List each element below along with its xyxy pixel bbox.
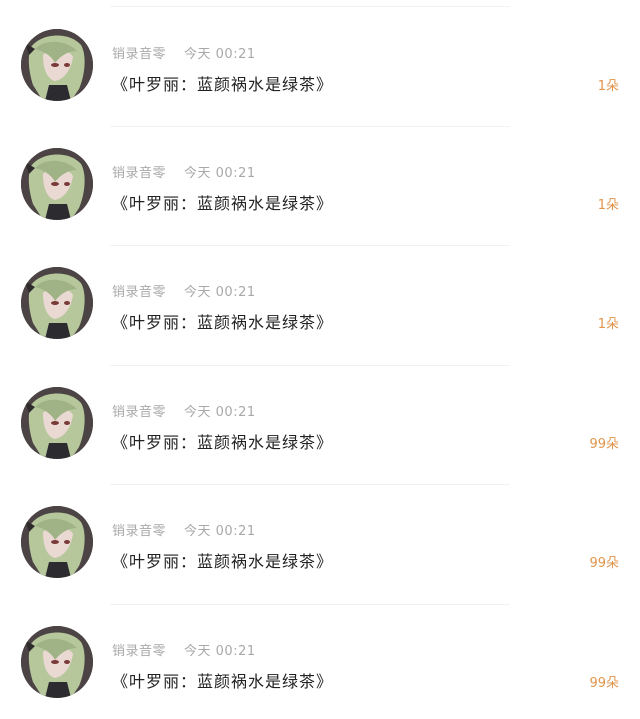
timestamp: 今天 00:21 [184, 644, 256, 659]
meta-line: 销录音零 今天 00:21 [112, 520, 256, 539]
divider [110, 245, 510, 246]
anime-avatar-icon [21, 148, 93, 220]
story-title[interactable]: 《叶罗丽：蓝颜祸水是绿茶》 [112, 668, 333, 692]
avatar[interactable] [21, 506, 93, 578]
flower-count: 99朵 [589, 556, 619, 571]
flower-count: 1朵 [597, 198, 619, 213]
story-title[interactable]: 《叶罗丽：蓝颜祸水是绿茶》 [112, 71, 333, 95]
divider [110, 484, 510, 485]
divider [110, 365, 510, 366]
meta-line: 销录音零 今天 00:21 [112, 640, 256, 659]
flower-count: 99朵 [589, 676, 619, 691]
list-item[interactable]: 销录音零 今天 00:21 《叶罗丽：蓝颜祸水是绿茶》 1朵 [0, 238, 640, 357]
anime-avatar-icon [21, 267, 93, 339]
flower-count: 1朵 [597, 317, 619, 332]
divider [110, 604, 510, 605]
author-name[interactable]: 销录音零 [112, 644, 166, 659]
list-item[interactable]: 销录音零 今天 00:21 《叶罗丽：蓝颜祸水是绿茶》 99朵 [0, 477, 640, 596]
author-name[interactable]: 销录音零 [112, 405, 166, 420]
timestamp: 今天 00:21 [184, 405, 256, 420]
divider [110, 126, 510, 127]
meta-line: 销录音零 今天 00:21 [112, 281, 256, 300]
anime-avatar-icon [21, 626, 93, 698]
gift-record-list: 销录音零 今天 00:21 《叶罗丽：蓝颜祸水是绿茶》 1朵 销录音零 今天 00:… [0, 0, 640, 719]
flower-count: 99朵 [589, 437, 619, 452]
anime-avatar-icon [21, 29, 93, 101]
author-name[interactable]: 销录音零 [112, 166, 166, 181]
meta-line: 销录音零 今天 00:21 [112, 43, 256, 62]
author-name[interactable]: 销录音零 [112, 285, 166, 300]
list-item[interactable]: 销录音零 今天 00:21 《叶罗丽：蓝颜祸水是绿茶》 99朵 [0, 358, 640, 477]
avatar[interactable] [21, 626, 93, 698]
timestamp: 今天 00:21 [184, 524, 256, 539]
story-title[interactable]: 《叶罗丽：蓝颜祸水是绿茶》 [112, 548, 333, 572]
author-name[interactable]: 销录音零 [112, 47, 166, 62]
list-item[interactable]: 销录音零 今天 00:21 《叶罗丽：蓝颜祸水是绿茶》 99朵 [0, 597, 640, 719]
flower-count: 1朵 [597, 79, 619, 94]
meta-line: 销录音零 今天 00:21 [112, 162, 256, 181]
divider [110, 6, 510, 7]
timestamp: 今天 00:21 [184, 285, 256, 300]
author-name[interactable]: 销录音零 [112, 524, 166, 539]
avatar[interactable] [21, 387, 93, 459]
timestamp: 今天 00:21 [184, 47, 256, 62]
avatar[interactable] [21, 148, 93, 220]
list-item[interactable]: 销录音零 今天 00:21 《叶罗丽：蓝颜祸水是绿茶》 1朵 [0, 119, 640, 238]
story-title[interactable]: 《叶罗丽：蓝颜祸水是绿茶》 [112, 190, 333, 214]
avatar[interactable] [21, 29, 93, 101]
story-title[interactable]: 《叶罗丽：蓝颜祸水是绿茶》 [112, 429, 333, 453]
anime-avatar-icon [21, 387, 93, 459]
meta-line: 销录音零 今天 00:21 [112, 401, 256, 420]
timestamp: 今天 00:21 [184, 166, 256, 181]
anime-avatar-icon [21, 506, 93, 578]
avatar[interactable] [21, 267, 93, 339]
list-item[interactable]: 销录音零 今天 00:21 《叶罗丽：蓝颜祸水是绿茶》 1朵 [0, 0, 640, 119]
story-title[interactable]: 《叶罗丽：蓝颜祸水是绿茶》 [112, 309, 333, 333]
